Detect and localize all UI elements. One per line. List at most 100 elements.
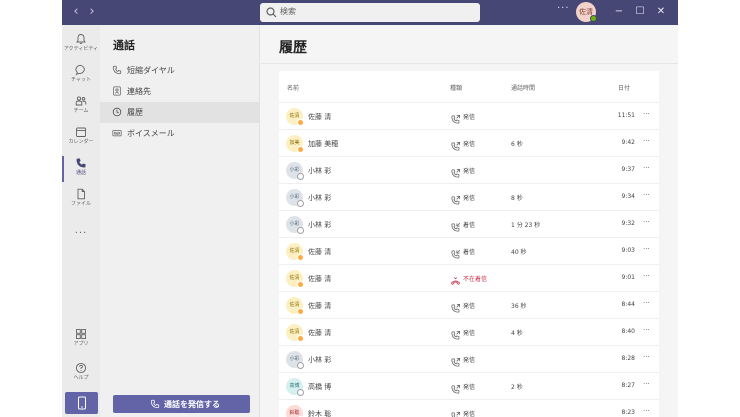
history-row[interactable]: 鈴聡 鈴木 聡発信 8:23 ···: [279, 399, 659, 417]
call-type: 発信: [463, 114, 476, 121]
forward-icon[interactable]: ›: [84, 4, 100, 20]
make-call-label: 通話を発信する: [164, 400, 220, 409]
contact-name[interactable]: 佐藤 清: [308, 328, 331, 338]
column-header-duration[interactable]: 通話時間: [511, 83, 535, 92]
maximize-button[interactable]: ☐: [633, 5, 647, 19]
row-more-options-icon[interactable]: ···: [643, 407, 650, 415]
appbar-apps[interactable]: アプリ: [62, 325, 100, 355]
appbar-chat[interactable]: チャット: [62, 61, 100, 91]
contact-name[interactable]: 佐藤 清: [308, 274, 331, 284]
call-type: 着信: [463, 222, 476, 229]
row-more-options-icon[interactable]: ···: [643, 218, 650, 226]
contact-name[interactable]: 小林 彩: [308, 355, 331, 365]
appbar-activity[interactable]: アクティビティ: [62, 30, 100, 60]
more-apps-icon[interactable]: ···: [62, 228, 100, 239]
contact-name[interactable]: 小林 彩: [308, 193, 331, 203]
row-more-options-icon[interactable]: ···: [643, 326, 650, 334]
appbar-calendar[interactable]: カレンダー: [62, 123, 100, 153]
contact-name[interactable]: 佐藤 清: [308, 301, 331, 311]
outgoing-call-icon: [450, 299, 461, 318]
column-header-name[interactable]: 名前: [287, 83, 299, 92]
nav-item-label: 連絡先: [127, 87, 151, 96]
active-indicator: [62, 156, 64, 182]
mobile-app-button[interactable]: [65, 392, 98, 414]
more-options-icon[interactable]: ···: [557, 3, 570, 14]
close-button[interactable]: ✕: [654, 5, 668, 19]
row-more-options-icon[interactable]: ···: [643, 353, 650, 361]
call-date: 8:40: [621, 328, 635, 335]
nav-item-history[interactable]: 履歴: [100, 102, 259, 123]
history-row[interactable]: 佐清 佐藤 清着信 40 秒 9:03 ···: [279, 237, 659, 264]
phone-icon: [150, 399, 160, 409]
teams-icon: [75, 96, 87, 106]
call-duration: 4 秒: [511, 330, 523, 337]
appbar-label: ファイル: [70, 201, 91, 207]
call-history-table: 名前 種類 通話時間 日付 佐清 佐藤 清発信 11:51 ··· 加美 加藤 美穂 発信 6…: [279, 71, 659, 417]
row-more-options-icon[interactable]: ···: [643, 245, 650, 253]
nav-item-label: 短縮ダイヤル: [127, 66, 175, 75]
appbar-help[interactable]: ヘルプ: [62, 359, 100, 389]
presence-away-icon: [297, 281, 304, 288]
history-row[interactable]: 小彩 小林 彩着信 1 分 23 秒 9:32 ···: [279, 210, 659, 237]
contact-name[interactable]: 佐藤 清: [308, 112, 331, 122]
call-date: 9:32: [621, 220, 635, 227]
help-icon: [75, 362, 87, 374]
nav-item-contacts[interactable]: 連絡先: [100, 81, 259, 102]
contact-name[interactable]: 佐藤 清: [308, 247, 331, 257]
contact-name[interactable]: 鈴木 聡: [308, 409, 331, 417]
history-row[interactable]: 小彩 小林 彩発信 9:37 ···: [279, 156, 659, 183]
call-duration: 6 秒: [511, 141, 523, 148]
presence-away-icon: [297, 254, 304, 261]
history-row[interactable]: 高博 高橋 博発信 2 秒 8:27 ···: [279, 372, 659, 399]
row-more-options-icon[interactable]: ···: [643, 272, 650, 280]
calendar-icon: [76, 127, 86, 137]
presence-away-icon: [297, 146, 304, 153]
column-header-type[interactable]: 種類: [450, 83, 462, 92]
call-duration: 8 秒: [511, 195, 523, 202]
incoming-call-icon: [450, 245, 461, 264]
nav-item-voicemail[interactable]: ボイスメール: [100, 123, 259, 144]
contact-name[interactable]: 加藤 美穂: [308, 139, 338, 149]
history-row[interactable]: 小彩 小林 彩発信 8:28 ···: [279, 345, 659, 372]
appbar-label: チャット: [71, 77, 91, 83]
teams-window: ‹ › 検索 ··· 佐清 − ☐ ✕ アクティビティ チャット チーム カレン…: [62, 0, 678, 417]
call-date: 11:51: [617, 112, 635, 119]
contact-name[interactable]: 小林 彩: [308, 166, 331, 176]
panel-title: 通話: [113, 39, 135, 52]
history-row[interactable]: 佐清 佐藤 清発信 4 秒 8:40 ···: [279, 318, 659, 345]
contact-name[interactable]: 高橋 博: [308, 382, 331, 392]
row-more-options-icon[interactable]: ···: [643, 191, 650, 199]
make-call-button[interactable]: 通話を発信する: [113, 395, 250, 413]
contact-card-icon: [113, 86, 121, 96]
outgoing-call-icon: [450, 380, 461, 399]
file-icon: [77, 188, 85, 200]
mobile-icon: [77, 396, 86, 410]
appbar-label: チーム: [73, 108, 89, 114]
history-row[interactable]: 加美 加藤 美穂 発信 6 秒 9:42 ···: [279, 129, 659, 156]
appbar-teams[interactable]: チーム: [62, 92, 100, 122]
appbar-calls[interactable]: 通話: [62, 154, 100, 184]
row-more-options-icon[interactable]: ···: [643, 380, 650, 388]
history-row[interactable]: 佐清 佐藤 清発信 11:51 ···: [279, 102, 659, 129]
row-more-options-icon[interactable]: ···: [643, 110, 650, 118]
row-more-options-icon[interactable]: ···: [643, 164, 650, 172]
history-row[interactable]: 小彩 小林 彩発信 8 秒 9:34 ···: [279, 183, 659, 210]
search-box[interactable]: 検索: [260, 3, 480, 22]
back-icon[interactable]: ‹: [68, 4, 84, 20]
minimize-button[interactable]: −: [612, 5, 626, 19]
outgoing-call-icon: [450, 191, 461, 210]
row-more-options-icon[interactable]: ···: [643, 137, 650, 145]
call-type: 発信: [463, 141, 476, 148]
row-more-options-icon[interactable]: ···: [643, 299, 650, 307]
contact-name[interactable]: 小林 彩: [308, 220, 331, 230]
call-date: 8:23: [621, 409, 635, 416]
search-input[interactable]: 検索: [280, 6, 296, 17]
appbar-label: 通話: [75, 170, 86, 176]
history-row[interactable]: 佐清 佐藤 清発信 36 秒 8:44 ···: [279, 291, 659, 318]
history-row[interactable]: 佐清 佐藤 清不在着信 9:01 ···: [279, 264, 659, 291]
appbar-label: アプリ: [73, 341, 89, 347]
nav-item-speed-dial[interactable]: 短縮ダイヤル: [100, 60, 259, 81]
appbar-files[interactable]: ファイル: [62, 185, 100, 215]
call-date: 9:42: [621, 139, 635, 146]
column-header-date[interactable]: 日付: [618, 83, 630, 92]
